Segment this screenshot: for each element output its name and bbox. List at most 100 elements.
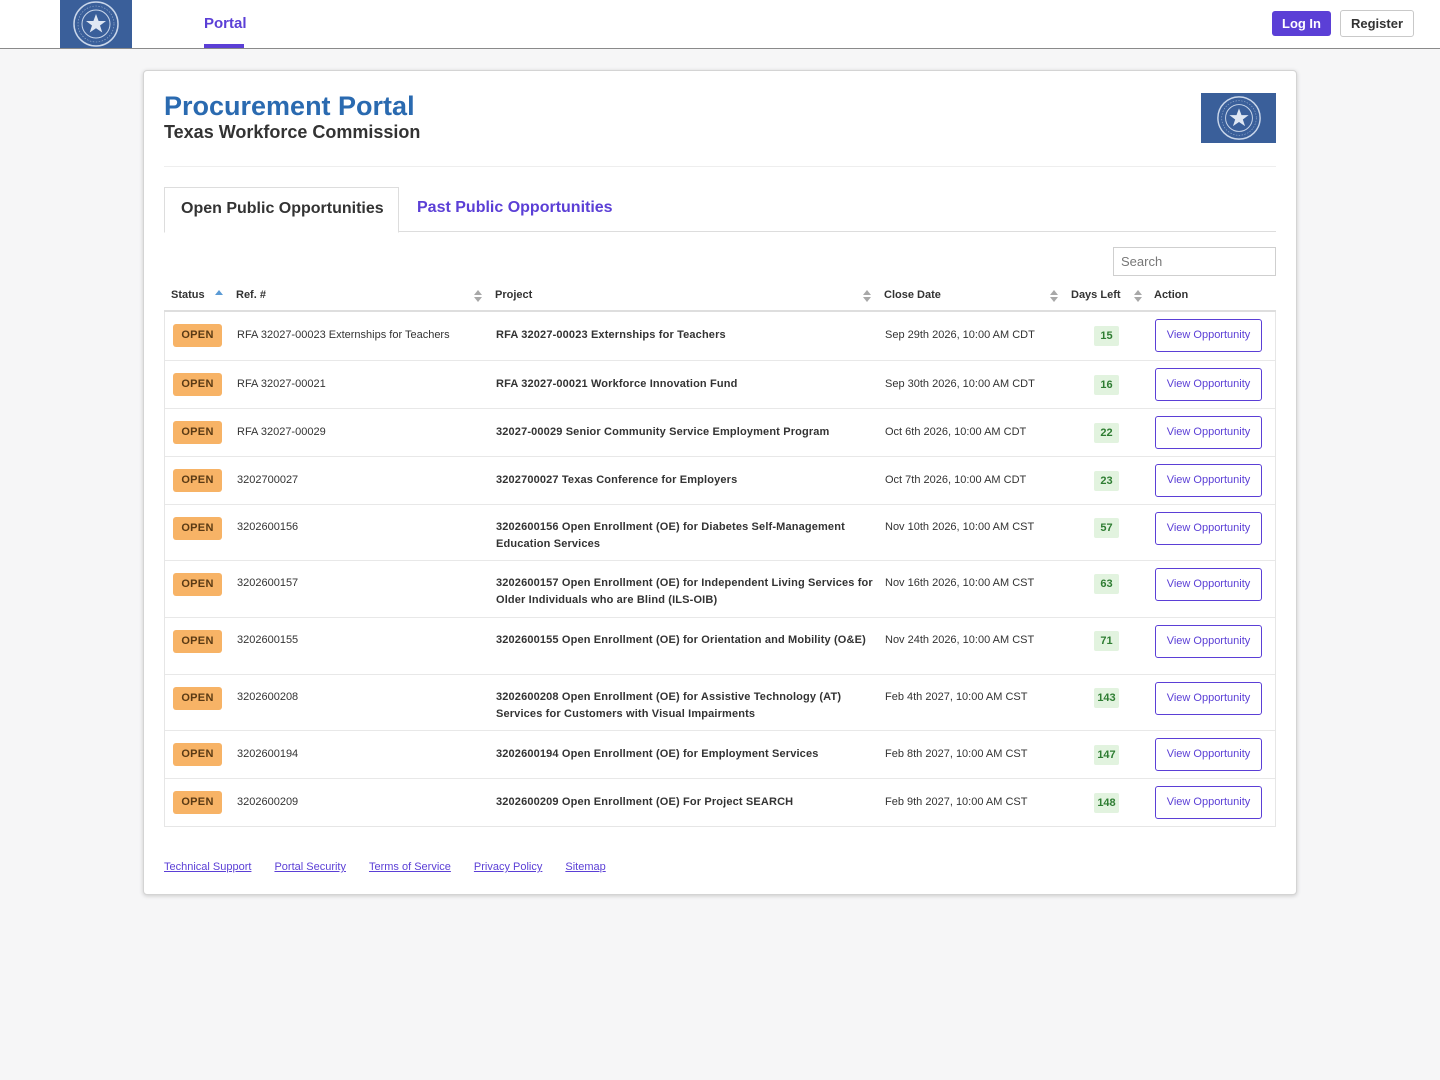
opportunities-table: Status Ref. # Project Close Date Days Le…	[164, 282, 1276, 827]
project-cell: RFA 32027-00021 Workforce Innovation Fun…	[496, 378, 738, 390]
view-opportunity-button[interactable]: View Opportunity	[1155, 625, 1262, 658]
ref-cell: RFA 32027-00021	[237, 378, 326, 390]
table-row: OPEN 3202600208 3202600208 Open Enrollme…	[165, 674, 1275, 730]
column-header-status[interactable]: Status	[171, 282, 205, 310]
ref-cell: 3202600208	[237, 691, 299, 703]
texas-workforce-seal-icon	[73, 1, 119, 47]
page-subtitle: Texas Workforce Commission	[164, 122, 421, 142]
ref-cell: 3202600155	[237, 634, 299, 646]
table-row: OPEN RFA 32027-00021 RFA 32027-00021 Wor…	[165, 360, 1275, 408]
view-opportunity-button[interactable]: View Opportunity	[1155, 416, 1262, 449]
top-navbar: Portal Log In Register	[0, 0, 1440, 49]
header-divider	[164, 166, 1276, 167]
column-header-project[interactable]: Project	[495, 282, 532, 310]
view-opportunity-button[interactable]: View Opportunity	[1155, 319, 1262, 352]
view-opportunity-button[interactable]: View Opportunity	[1155, 682, 1262, 715]
footer-link-technical-support[interactable]: Technical Support	[164, 861, 251, 873]
days-left-badge: 143	[1094, 688, 1119, 708]
close-date-cell: Nov 10th 2026, 10:00 AM CST	[885, 521, 1035, 533]
register-button[interactable]: Register	[1340, 10, 1414, 37]
days-left-badge: 22	[1094, 423, 1119, 443]
table-row: OPEN RFA 32027-00029 32027-00029 Senior …	[165, 408, 1275, 456]
days-left-badge: 71	[1094, 631, 1119, 651]
page-title: Procurement Portal	[164, 91, 415, 121]
footer-link-portal-security[interactable]: Portal Security	[274, 861, 346, 873]
table-body: OPEN RFA 32027-00023 Externships for Tea…	[164, 312, 1276, 827]
close-date-cell: Oct 6th 2026, 10:00 AM CDT	[885, 426, 1027, 438]
tab-past-public-opportunities[interactable]: Past Public Opportunities	[417, 187, 613, 231]
status-badge: OPEN	[173, 324, 222, 347]
column-header-close-date[interactable]: Close Date	[884, 282, 941, 310]
table-row: OPEN 3202600156 3202600156 Open Enrollme…	[165, 504, 1275, 560]
status-badge: OPEN	[173, 687, 222, 710]
table-header: Status Ref. # Project Close Date Days Le…	[164, 282, 1276, 312]
status-badge: OPEN	[173, 373, 222, 396]
twc-logo[interactable]	[60, 0, 132, 48]
table-row: OPEN 3202600194 3202600194 Open Enrollme…	[165, 730, 1275, 778]
close-date-cell: Feb 4th 2027, 10:00 AM CST	[885, 691, 1028, 703]
status-badge: OPEN	[173, 421, 222, 444]
status-badge: OPEN	[173, 469, 222, 492]
column-header-action: Action	[1154, 289, 1189, 301]
nav-tab-portal[interactable]: Portal	[204, 0, 247, 48]
ref-cell: 3202600156	[237, 521, 299, 533]
view-opportunity-button[interactable]: View Opportunity	[1155, 786, 1262, 819]
close-date-cell: Nov 24th 2026, 10:00 AM CST	[885, 634, 1035, 646]
tab-open-public-opportunities[interactable]: Open Public Opportunities	[164, 187, 399, 233]
days-left-badge: 148	[1094, 793, 1119, 813]
table-row: OPEN 3202600155 3202600155 Open Enrollme…	[165, 617, 1275, 674]
footer-links: Technical Support Portal Security Terms …	[164, 861, 606, 873]
table-row: OPEN 3202600157 3202600157 Open Enrollme…	[165, 560, 1275, 617]
footer-link-terms-of-service[interactable]: Terms of Service	[369, 861, 451, 873]
project-cell: 3202700027 Texas Conference for Employer…	[496, 474, 738, 486]
table-row: OPEN 3202700027 3202700027 Texas Confere…	[165, 456, 1275, 504]
login-button[interactable]: Log In	[1272, 11, 1331, 36]
close-date-cell: Sep 29th 2026, 10:00 AM CDT	[885, 329, 1035, 341]
status-badge: OPEN	[173, 517, 222, 540]
ref-cell: RFA 32027-00029	[237, 426, 326, 438]
project-cell: RFA 32027-00023 Externships for Teachers	[496, 329, 726, 341]
close-date-cell: Feb 9th 2027, 10:00 AM CST	[885, 796, 1028, 808]
footer-link-privacy-policy[interactable]: Privacy Policy	[474, 861, 542, 873]
sort-both-icon[interactable]	[1050, 289, 1058, 303]
sort-both-icon[interactable]	[474, 289, 482, 303]
project-cell: 3202600155 Open Enrollment (OE) for Orie…	[496, 634, 866, 646]
days-left-badge: 57	[1094, 518, 1119, 538]
footer-link-sitemap[interactable]: Sitemap	[565, 861, 605, 873]
project-cell: 3202600208 Open Enrollment (OE) for Assi…	[496, 691, 842, 720]
days-left-badge: 15	[1094, 326, 1119, 346]
days-left-badge: 23	[1094, 471, 1119, 491]
nav-tab-active-indicator	[204, 44, 244, 48]
days-left-badge: 16	[1094, 375, 1119, 395]
ref-cell: 3202600209	[237, 796, 299, 808]
view-opportunity-button[interactable]: View Opportunity	[1155, 368, 1262, 401]
status-badge: OPEN	[173, 791, 222, 814]
status-badge: OPEN	[173, 630, 222, 653]
view-opportunity-button[interactable]: View Opportunity	[1155, 512, 1262, 545]
ref-cell: RFA 32027-00023 Externships for Teachers	[237, 329, 450, 341]
table-row: OPEN RFA 32027-00023 Externships for Tea…	[165, 312, 1275, 360]
status-badge: OPEN	[173, 743, 222, 766]
close-date-cell: Oct 7th 2026, 10:00 AM CDT	[885, 474, 1027, 486]
sort-both-icon[interactable]	[863, 289, 871, 303]
project-cell: 3202600209 Open Enrollment (OE) For Proj…	[496, 796, 794, 808]
sort-both-icon[interactable]	[1134, 289, 1142, 303]
view-opportunity-button[interactable]: View Opportunity	[1155, 464, 1262, 497]
sort-ascending-icon[interactable]	[215, 289, 223, 303]
project-cell: 3202600194 Open Enrollment (OE) for Empl…	[496, 748, 819, 760]
project-cell: 3202600156 Open Enrollment (OE) for Diab…	[496, 521, 845, 550]
status-badge: OPEN	[173, 573, 222, 596]
project-cell: 32027-00029 Senior Community Service Emp…	[496, 426, 830, 438]
days-left-badge: 63	[1094, 574, 1119, 594]
table-row: OPEN 3202600209 3202600209 Open Enrollme…	[165, 778, 1275, 826]
header-logo	[1201, 93, 1276, 143]
portal-card: Procurement Portal Texas Workforce Commi…	[143, 70, 1297, 895]
view-opportunity-button[interactable]: View Opportunity	[1155, 568, 1262, 601]
ref-cell: 3202600194	[237, 748, 299, 760]
column-header-ref[interactable]: Ref. #	[236, 282, 266, 310]
search-input[interactable]	[1113, 247, 1276, 276]
close-date-cell: Feb 8th 2027, 10:00 AM CST	[885, 748, 1028, 760]
column-header-days-left[interactable]: Days Left	[1071, 282, 1121, 310]
view-opportunity-button[interactable]: View Opportunity	[1155, 738, 1262, 771]
ref-cell: 3202700027	[237, 474, 299, 486]
